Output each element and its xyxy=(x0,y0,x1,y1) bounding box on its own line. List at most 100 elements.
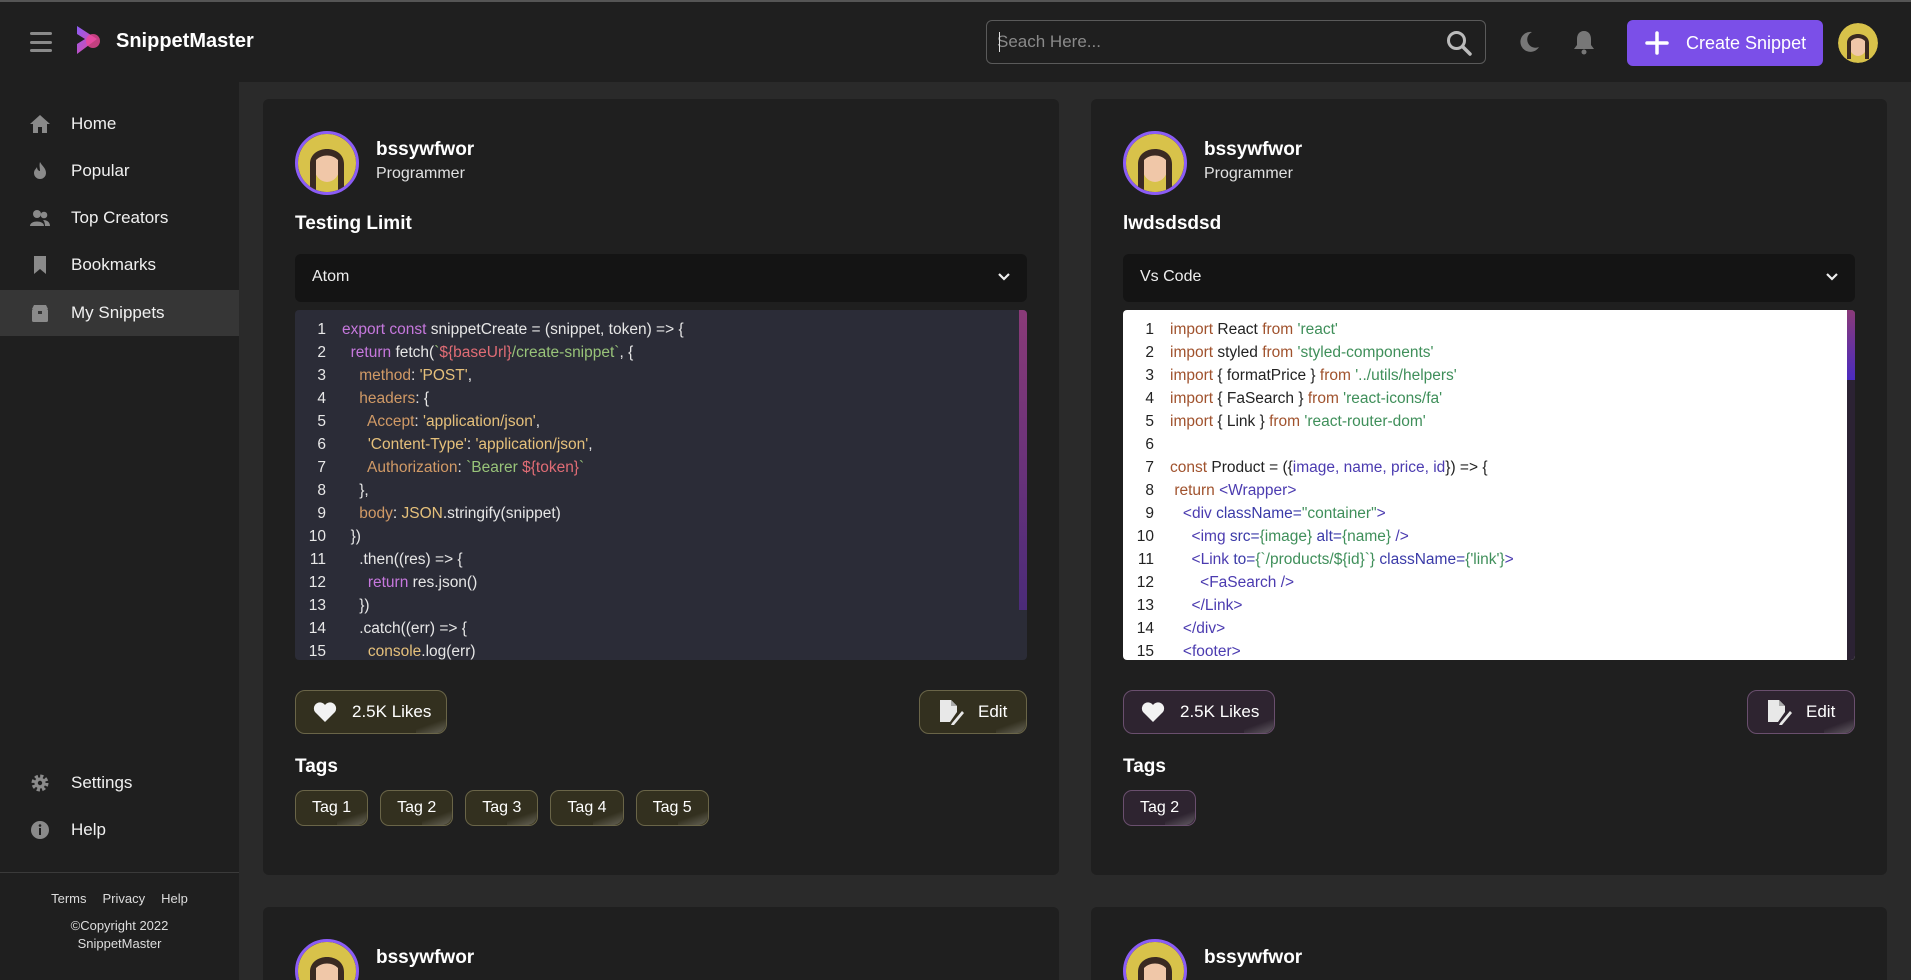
code-block[interactable]: 1 export const snippetCreate = (snippet, … xyxy=(295,310,1027,660)
home-icon xyxy=(30,115,50,133)
code-line: 2 return fetch(`${baseUrl}/create-snippe… xyxy=(295,341,1027,364)
search-icon[interactable] xyxy=(1445,29,1473,57)
line-number: 2 xyxy=(1145,344,1154,361)
author-avatar[interactable] xyxy=(1123,939,1187,980)
info-icon xyxy=(31,821,49,839)
plus-icon xyxy=(1645,31,1669,55)
author-avatar[interactable] xyxy=(295,131,359,195)
footer-link-help[interactable]: Help xyxy=(161,891,188,906)
editor-theme-select[interactable]: Atom xyxy=(295,254,1027,302)
sidebar-item-help[interactable]: Help xyxy=(0,810,239,850)
bell-icon[interactable] xyxy=(1572,29,1596,55)
code-text: .catch((err) => { xyxy=(342,620,467,637)
line-number: 5 xyxy=(1145,413,1154,430)
scrollbar-thumb[interactable] xyxy=(1847,310,1855,380)
line-number: 6 xyxy=(317,436,326,453)
tag-chip[interactable]: Tag 5 xyxy=(635,790,709,826)
code-line: 15 console.log(err) xyxy=(295,640,1027,660)
sidebar-item-settings[interactable]: Settings xyxy=(0,763,239,803)
code-text: return <Wrapper> xyxy=(1174,482,1297,499)
like-button[interactable]: 2.5K Likes xyxy=(1123,690,1275,734)
code-text: return res.json() xyxy=(367,574,478,591)
tag-chip[interactable]: Tag 1 xyxy=(295,790,369,826)
footer-link-terms[interactable]: Terms xyxy=(51,891,86,906)
editor-theme-select[interactable]: Vs Code xyxy=(1123,254,1855,302)
code-line: 6 'Content-Type': 'application/json', xyxy=(295,433,1027,456)
line-number: 1 xyxy=(317,321,326,338)
footer-links: Terms Privacy Help xyxy=(0,891,239,906)
edit-button[interactable]: Edit xyxy=(1747,690,1855,734)
line-number: 7 xyxy=(317,459,326,476)
hamburger-menu-icon[interactable] xyxy=(30,32,52,52)
heart-icon xyxy=(313,702,337,722)
tag-chip[interactable]: Tag 4 xyxy=(550,790,624,826)
code-line: 12 <FaSearch /> xyxy=(1123,571,1855,594)
sidebar-item-popular[interactable]: Popular xyxy=(0,151,239,191)
code-text: export const snippetCreate = (snippet, t… xyxy=(342,321,684,338)
code-text: Accept: 'application/json', xyxy=(366,413,541,430)
author-avatar[interactable] xyxy=(295,939,359,980)
code-line: 10 }) xyxy=(295,525,1027,548)
snippet-title: lwdsdsdsd xyxy=(1123,213,1222,234)
code-line: 6 xyxy=(1123,433,1855,456)
line-number: 11 xyxy=(309,551,326,568)
search-input[interactable] xyxy=(997,21,1437,63)
line-number: 2 xyxy=(317,344,326,361)
create-snippet-label: Create Snippet xyxy=(1686,32,1807,53)
edit-button[interactable]: Edit xyxy=(919,690,1027,734)
code-text: </div> xyxy=(1182,620,1226,637)
like-count: 2.5K Likes xyxy=(352,702,432,721)
author-name[interactable]: bssywfwor xyxy=(1204,139,1302,161)
snippet-card: bssywfwor Programmer Testing Limit Atom … xyxy=(263,99,1059,875)
code-scrollbar[interactable] xyxy=(1847,310,1855,660)
like-button[interactable]: 2.5K Likes xyxy=(295,690,447,734)
scrollbar-thumb[interactable] xyxy=(1019,310,1027,610)
tags-heading: Tags xyxy=(295,756,338,777)
code-line: 11 <Link to={`/products/${id}`} classNam… xyxy=(1123,548,1855,571)
tag-list: Tag 1 Tag 2 Tag 3 Tag 4 Tag 5 xyxy=(295,790,709,826)
code-line: 11 .then((res) => { xyxy=(295,548,1027,571)
code-text: import { Link } from 'react-router-dom' xyxy=(1170,413,1426,430)
author-avatar[interactable] xyxy=(1123,131,1187,195)
tag-chip[interactable]: Tag 2 xyxy=(1123,790,1197,826)
code-text: .then((res) => { xyxy=(342,551,463,568)
author-name[interactable]: bssywfwor xyxy=(376,947,474,969)
user-avatar[interactable] xyxy=(1838,23,1878,63)
sidebar-item-label: Top Creators xyxy=(71,208,169,227)
line-number: 8 xyxy=(1145,482,1154,499)
line-number: 15 xyxy=(1136,643,1154,660)
sidebar-item-label: Popular xyxy=(71,161,130,180)
copyright-line: ©Copyright 2022 xyxy=(70,918,169,933)
moon-icon[interactable] xyxy=(1517,30,1541,54)
line-number: 11 xyxy=(1137,551,1154,568)
fire-icon xyxy=(34,162,46,179)
tag-chip[interactable]: Tag 2 xyxy=(380,790,454,826)
code-line: 5 import { Link } from 'react-router-dom' xyxy=(1123,410,1855,433)
create-snippet-button[interactable]: Create Snippet xyxy=(1627,20,1823,66)
author-name[interactable]: bssywfwor xyxy=(1204,947,1302,969)
line-number: 13 xyxy=(1136,597,1154,614)
code-line: 14 .catch((err) => { xyxy=(295,617,1027,640)
line-number: 15 xyxy=(308,643,326,660)
code-line: 3 import { formatPrice } from '../utils/h… xyxy=(1123,364,1855,387)
snippet-card: bssywfwor xyxy=(1091,907,1887,980)
code-block[interactable]: 1 import React from 'react' 2 import style… xyxy=(1123,310,1855,660)
edit-document-icon xyxy=(940,700,964,725)
code-text: import React from 'react' xyxy=(1170,321,1338,338)
line-number: 9 xyxy=(1145,505,1154,522)
code-scrollbar[interactable] xyxy=(1019,310,1027,660)
code-text: import { FaSearch } from 'react-icons/fa… xyxy=(1170,390,1443,407)
line-number: 6 xyxy=(1145,436,1154,453)
chevron-down-icon xyxy=(998,273,1010,281)
sidebar-item-top-creators[interactable]: Top Creators xyxy=(0,198,239,238)
tag-chip[interactable]: Tag 3 xyxy=(465,790,539,826)
sidebar-item-my-snippets[interactable]: My Snippets xyxy=(0,290,239,336)
like-count: 2.5K Likes xyxy=(1180,702,1260,721)
author-name[interactable]: bssywfwor xyxy=(376,139,474,161)
sidebar-item-home[interactable]: Home xyxy=(0,104,239,144)
sidebar-item-bookmarks[interactable]: Bookmarks xyxy=(0,245,239,285)
footer-link-privacy[interactable]: Privacy xyxy=(103,891,146,906)
snippet-card: bssywfwor Programmer lwdsdsdsd Vs Code 1… xyxy=(1091,99,1887,875)
line-number: 12 xyxy=(308,574,326,591)
code-text: Authorization: `Bearer ${token}` xyxy=(366,459,585,476)
